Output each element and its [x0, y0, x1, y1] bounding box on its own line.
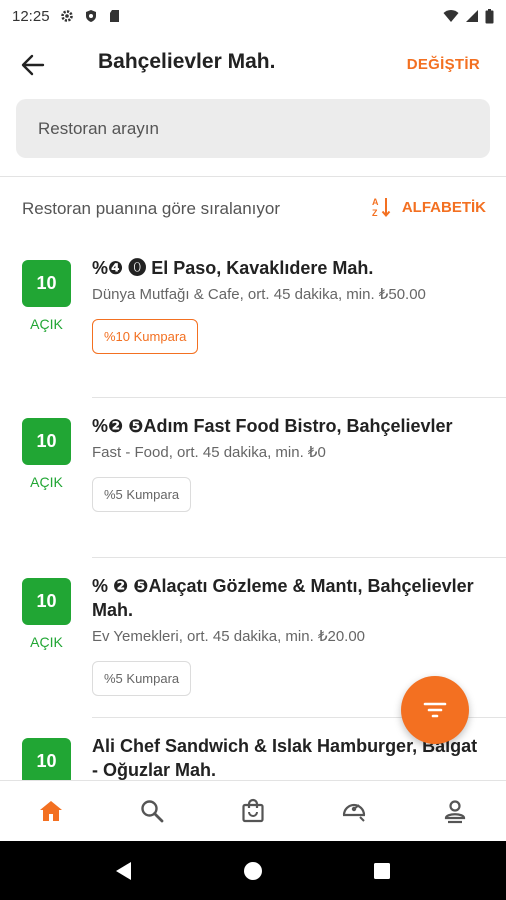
sd-card-icon [109, 10, 119, 22]
restaurant-info: %❹ ⓿ El Paso, Kavaklıdere Mah. Dünya Mut… [92, 256, 486, 354]
nav-profile[interactable] [405, 781, 506, 841]
open-status: AÇIK [30, 474, 63, 490]
rating-badge: 10 [22, 578, 71, 625]
status-time: 12:25 [12, 7, 50, 25]
rating-badge: 10 [22, 418, 71, 465]
open-status: AÇIK [30, 316, 63, 332]
battery-icon [485, 8, 494, 23]
svg-text:Z: Z [372, 208, 378, 218]
nav-orders[interactable] [304, 781, 405, 841]
profile-icon [445, 800, 466, 824]
restaurant-item[interactable]: 10 AÇIK %❷ ❺Adım Fast Food Bistro, Bahçe… [0, 398, 506, 558]
bag-icon [242, 798, 264, 823]
arrow-left-icon [21, 54, 45, 76]
restaurant-name: %❷ ❺Adım Fast Food Bistro, Bahçelievler [92, 416, 453, 436]
page-title: Bahçelievler Mah. [98, 50, 276, 73]
filter-icon [423, 702, 447, 718]
restaurant-details: Dünya Mutfağı & Cafe, ort. 45 dakika, mi… [92, 286, 426, 303]
signal-icon [466, 10, 478, 22]
restaurant-name: %❹ ⓿ El Paso, Kavaklıdere Mah. [92, 258, 374, 278]
system-navigation-bar [0, 841, 506, 900]
search-icon [141, 800, 164, 823]
nav-basket[interactable] [202, 781, 303, 841]
shield-icon [85, 10, 96, 22]
sort-button-label: ALFABETİK [401, 198, 486, 216]
wifi-icon [443, 10, 459, 22]
app-header: Bahçelievler Mah. DEĞİŞTİR [0, 32, 506, 96]
nav-home[interactable] [0, 781, 101, 841]
bottom-navigation [0, 780, 506, 841]
system-home-button[interactable] [233, 851, 273, 891]
settings-icon [60, 10, 73, 22]
sort-alphabetical-button[interactable]: A Z ALFABETİK [372, 196, 486, 218]
square-recents-icon [373, 862, 390, 879]
restaurant-details: Fast - Food, ort. 45 dakika, min. ₺0 [92, 444, 326, 461]
svg-text:A: A [372, 197, 379, 207]
discount-badge: %5 Kumpara [92, 477, 192, 512]
restaurant-info: %❷ ❺Adım Fast Food Bistro, Bahçelievler … [92, 414, 486, 512]
back-button[interactable] [18, 50, 48, 80]
sort-row: Restoran puanına göre sıralanıyor A Z AL… [0, 190, 506, 226]
sort-az-icon: A Z [372, 197, 391, 218]
home-icon [39, 801, 62, 821]
restaurant-details: Ev Yemekleri, ort. 45 dakika, min. ₺20.0… [92, 628, 366, 645]
search-box[interactable] [16, 99, 490, 158]
discount-badge: %10 Kumpara [92, 319, 199, 354]
rating-badge: 10 [22, 260, 71, 307]
circle-home-icon [243, 861, 262, 880]
sort-description: Restoran puanına göre sıralanıyor [22, 199, 280, 218]
filter-button[interactable] [401, 676, 469, 744]
discount-badge: %5 Kumpara [92, 661, 192, 696]
system-recents-button[interactable] [362, 851, 402, 891]
change-location-button[interactable]: DEĞİŞTİR [407, 56, 480, 73]
divider [0, 176, 506, 177]
triangle-back-icon [116, 861, 132, 880]
open-status: AÇIK [30, 634, 63, 650]
status-bar: 12:25 [0, 0, 506, 32]
search-input[interactable] [38, 118, 490, 139]
restaurant-item[interactable]: 10 AÇIK %❹ ⓿ El Paso, Kavaklıdere Mah. D… [0, 240, 506, 398]
rating-badge: 10 [22, 738, 71, 780]
courier-icon [343, 803, 366, 822]
restaurant-name: % ❷ ❺Alaçatı Gözleme & Mantı, Bahçelievl… [92, 576, 474, 620]
nav-search[interactable] [101, 781, 202, 841]
system-back-button[interactable] [104, 851, 144, 891]
